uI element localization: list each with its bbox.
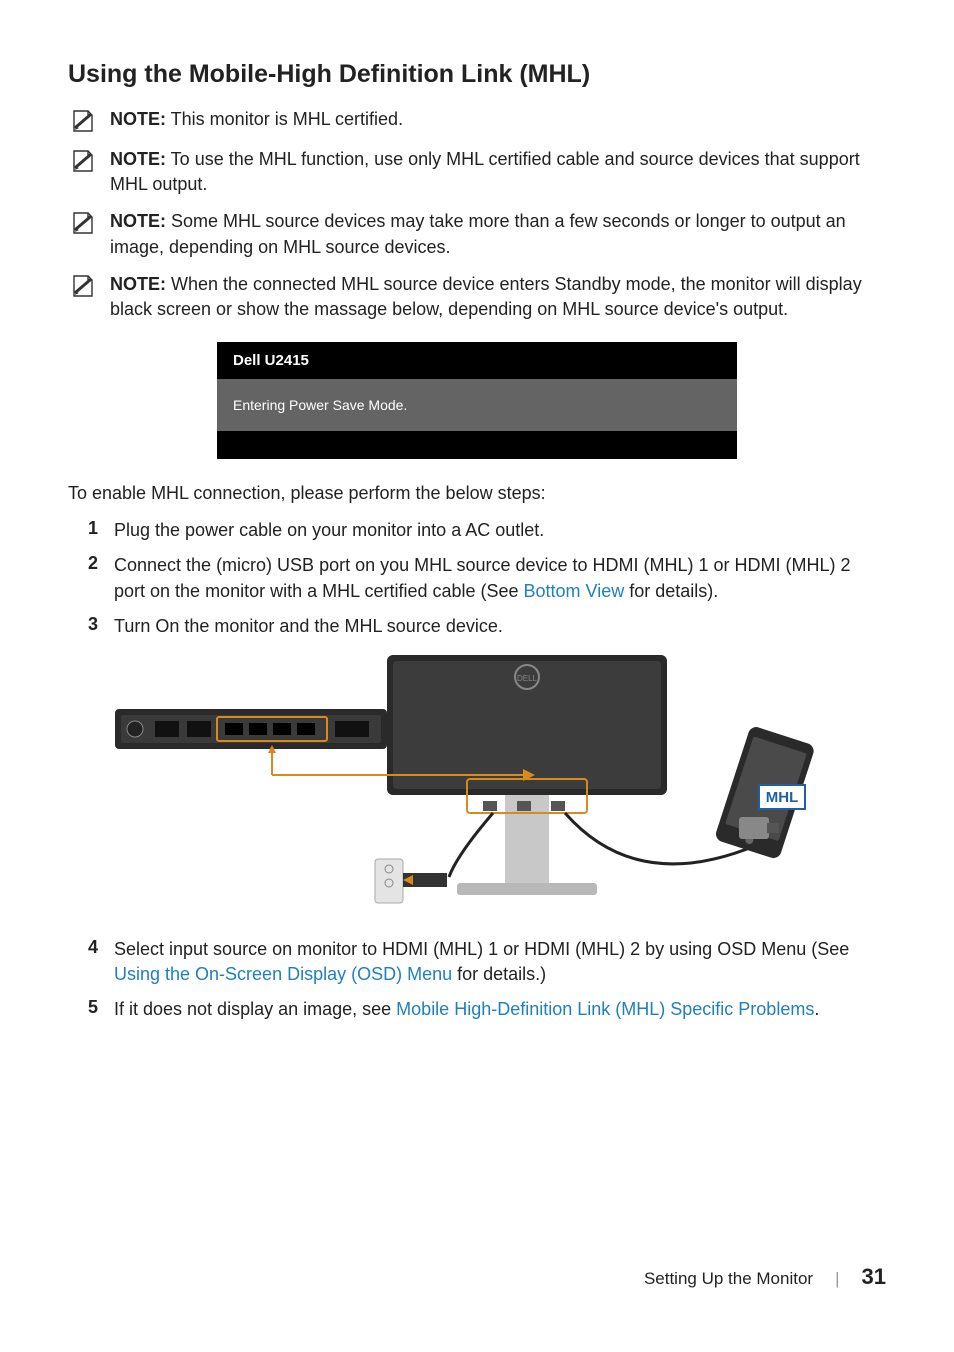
step-text: Plug the power cable on your monitor int… [114, 518, 544, 543]
step-text-fragment: for details). [624, 581, 718, 601]
note-icon [68, 107, 96, 135]
step-item: 3 Turn On the monitor and the MHL source … [82, 614, 886, 639]
osd-body: Entering Power Save Mode. [217, 379, 737, 431]
note-text: NOTE: Some MHL source devices may take m… [110, 209, 886, 259]
cross-reference-link[interactable]: Mobile High-Definition Link (MHL) Specif… [396, 999, 814, 1019]
note-text: NOTE: When the connected MHL source devi… [110, 272, 886, 322]
note-block: NOTE: This monitor is MHL certified. [68, 107, 886, 135]
note-body: To use the MHL function, use only MHL ce… [110, 149, 860, 194]
note-text: NOTE: To use the MHL function, use only … [110, 147, 886, 197]
note-icon [68, 209, 96, 237]
page-number: 31 [862, 1264, 886, 1290]
cross-reference-link[interactable]: Using the On-Screen Display (OSD) Menu [114, 964, 452, 984]
svg-text:DELL: DELL [517, 674, 538, 683]
section-heading: Using the Mobile-High Definition Link (M… [68, 60, 886, 89]
step-item: 1 Plug the power cable on your monitor in… [82, 518, 886, 543]
note-body: When the connected MHL source device ent… [110, 274, 862, 319]
note-block: NOTE: Some MHL source devices may take m… [68, 209, 886, 259]
step-text-fragment: Turn On the monitor and the MHL source d… [114, 616, 503, 636]
footer-divider: | [835, 1269, 839, 1289]
note-label: NOTE: [110, 109, 166, 129]
step-text: Connect the (micro) USB port on you MHL … [114, 553, 886, 603]
step-text-fragment: Select input source on monitor to HDMI (… [114, 939, 849, 959]
step-number: 4 [82, 937, 98, 958]
footer-section-name: Setting Up the Monitor [644, 1269, 813, 1289]
page-footer: Setting Up the Monitor | 31 [644, 1264, 886, 1290]
diagram-mhl-label: MHL [766, 789, 799, 806]
step-number: 1 [82, 518, 98, 539]
step-text-fragment: . [814, 999, 819, 1019]
cross-reference-link[interactable]: Bottom View [524, 581, 625, 601]
step-text-fragment: If it does not display an image, see [114, 999, 396, 1019]
note-label: NOTE: [110, 149, 166, 169]
step-text-fragment: for details.) [452, 964, 546, 984]
step-text: If it does not display an image, see Mob… [114, 997, 819, 1022]
step-text-fragment: Connect the (micro) USB port on you MHL … [114, 555, 851, 600]
note-label: NOTE: [110, 274, 166, 294]
step-text: Select input source on monitor to HDMI (… [114, 937, 886, 987]
step-number: 2 [82, 553, 98, 574]
note-block: NOTE: When the connected MHL source devi… [68, 272, 886, 322]
note-text: NOTE: This monitor is MHL certified. [110, 107, 403, 132]
note-body: This monitor is MHL certified. [166, 109, 403, 129]
osd-title: Dell U2415 [217, 342, 737, 379]
connection-diagram: DELL [97, 655, 857, 917]
note-block: NOTE: To use the MHL function, use only … [68, 147, 886, 197]
step-item: 5 If it does not display an image, see Mo… [82, 997, 886, 1022]
step-item: 4 Select input source on monitor to HDMI … [82, 937, 886, 987]
step-item: 2 Connect the (micro) USB port on you MHL… [82, 553, 886, 603]
note-icon [68, 147, 96, 175]
intro-text: To enable MHL connection, please perform… [68, 483, 886, 504]
step-number: 3 [82, 614, 98, 635]
osd-message-box: Dell U2415 Entering Power Save Mode. [217, 342, 737, 459]
osd-footer [217, 431, 737, 459]
step-text: Turn On the monitor and the MHL source d… [114, 614, 503, 639]
note-label: NOTE: [110, 211, 166, 231]
step-text-fragment: Plug the power cable on your monitor int… [114, 520, 544, 540]
note-icon [68, 272, 96, 300]
step-number: 5 [82, 997, 98, 1018]
note-body: Some MHL source devices may take more th… [110, 211, 846, 256]
